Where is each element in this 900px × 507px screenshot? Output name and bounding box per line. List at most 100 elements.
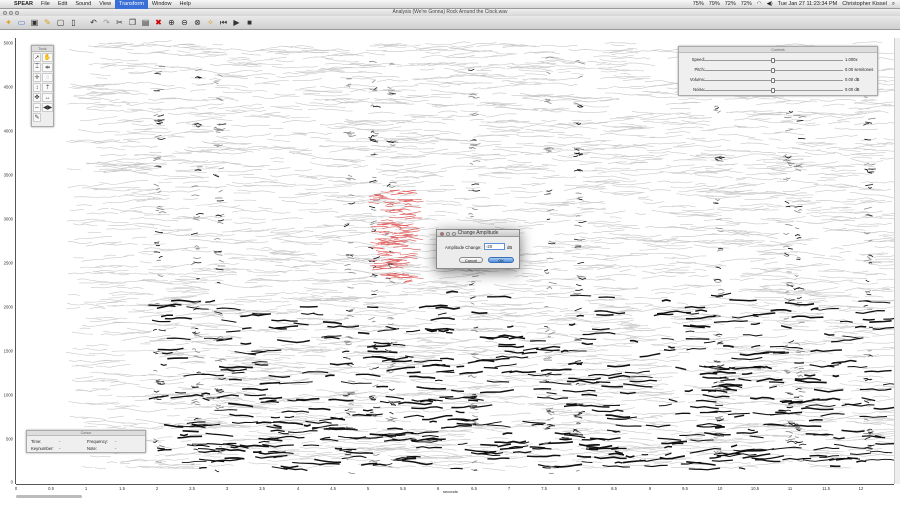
zoom-window-icon[interactable] [15,10,19,15]
volume-icon[interactable]: ◀) [767,1,773,7]
partial-track [388,92,396,95]
partial-track [471,157,490,161]
undo-icon[interactable]: ↶ [88,17,99,28]
menu-view[interactable]: View [95,0,115,9]
wifi-icon[interactable]: ◠ [757,1,762,7]
partial-track [551,158,598,163]
partial-track [758,251,798,256]
partial-track [717,249,723,252]
dialog-minimize-icon[interactable] [446,231,450,236]
partial-track [578,239,586,241]
partial-track [310,162,348,167]
spotlight-icon[interactable]: ⌕ [892,1,895,8]
crosshair-tool-icon[interactable]: ✛ [33,73,41,82]
partial-track [328,398,354,402]
wand-icon[interactable]: ✧ [205,17,216,28]
transpose-tool-icon[interactable]: ↕ [33,83,41,92]
dialog-close-icon[interactable] [440,231,444,236]
mirror-tool-icon[interactable]: ◀▶ [42,103,54,112]
user-name[interactable]: Christopher Kissel [842,1,887,7]
partial-track [852,41,883,44]
partial-track [347,286,355,289]
partial-track [154,231,163,233]
partial-track [157,436,173,439]
redo-icon[interactable]: ↷ [101,17,112,28]
noise-slider-knob[interactable] [771,87,775,93]
ok-button[interactable]: OK [488,257,514,263]
export-icon[interactable]: ✎ [42,17,53,28]
zoom-out-icon[interactable]: ⊖ [179,17,190,28]
partial-track [273,161,284,163]
partial-track [410,378,432,381]
delete-icon[interactable]: ✖ [153,17,164,28]
zoom-fit-icon[interactable]: ⊗ [192,17,203,28]
partial-track [274,357,291,360]
time-select-tool-icon[interactable]: ⌶ [33,63,41,72]
menu-help[interactable]: Help [175,0,194,9]
import-icon[interactable]: ▢ [55,17,66,28]
zoom-in-icon[interactable]: ⊕ [166,17,177,28]
app-menu[interactable]: SPEAR [10,0,37,9]
clock[interactable]: Tue Jan 27 11:23:34 PM [778,1,838,7]
copy-icon[interactable]: ❐ [127,17,138,28]
vertical-scrollbar[interactable] [894,38,900,484]
dialog-zoom-icon[interactable] [452,231,456,236]
partial-track [715,333,723,336]
x-tick-label: 8 [577,486,581,491]
partial-track [747,428,755,432]
partial-track [368,148,391,151]
pencil-tool-icon[interactable]: ✎ [33,113,41,122]
new-icon[interactable]: ✦ [3,17,14,28]
frequency-tool-icon[interactable]: ⇡ [42,83,54,92]
partial-track [427,190,447,193]
paste-icon[interactable]: ▤ [140,17,151,28]
partial-track [573,211,594,215]
stretch-tool-icon[interactable]: ↔ [42,93,54,102]
partial-track [798,209,803,212]
arrow-tool-icon[interactable]: ➚ [33,53,41,62]
menu-file[interactable]: File [37,0,54,9]
menu-transform[interactable]: Transform [115,0,148,9]
speed-slider-knob[interactable] [771,57,775,63]
partial-track [114,132,156,136]
open-icon[interactable]: ▭ [16,17,27,28]
move-tool-icon[interactable]: ✥ [33,93,41,102]
cut-icon[interactable]: ✂ [114,17,125,28]
close-window-icon[interactable] [3,10,7,15]
partial-track [215,406,220,410]
menu-sound[interactable]: Sound [71,0,95,9]
volume-slider-knob[interactable] [771,77,775,83]
pitch-slider-knob[interactable] [771,67,775,73]
partial-track [525,129,565,133]
document-icon[interactable]: ▯ [68,17,79,28]
hand-tool-icon[interactable]: ✋ [42,53,54,62]
horizontal-scrollbar[interactable] [16,495,82,498]
partial-track [231,182,252,185]
partial-track [776,180,788,183]
menu-window[interactable]: Window [148,0,176,9]
partial-track [864,369,892,373]
amplitude-change-input[interactable]: -20 [484,243,505,250]
partial-track [346,412,351,416]
play-icon[interactable]: ▶ [231,17,242,28]
range-tool-icon[interactable]: ⇹ [42,63,54,72]
partial-track [415,49,456,52]
partial-track [768,138,782,141]
stop-icon[interactable]: ■ [244,17,255,28]
partial-track [273,424,282,428]
partial-track [793,277,818,281]
partial-track [703,340,716,344]
lasso-tool-icon[interactable]: ◌ [42,73,54,82]
rewind-icon[interactable]: ⏮ [218,17,229,28]
partial-track [554,432,571,435]
menu-edit[interactable]: Edit [54,0,71,9]
cancel-button[interactable]: Cancel [459,257,483,263]
partial-track [194,245,199,248]
minimize-window-icon[interactable] [9,10,13,15]
partial-track [487,83,528,89]
partial-track [365,155,400,158]
partial-track [740,142,769,146]
partial-track [523,314,562,317]
time-stretch-tool-icon[interactable]: ⇔ [33,103,41,112]
save-icon[interactable]: ▣ [29,17,40,28]
